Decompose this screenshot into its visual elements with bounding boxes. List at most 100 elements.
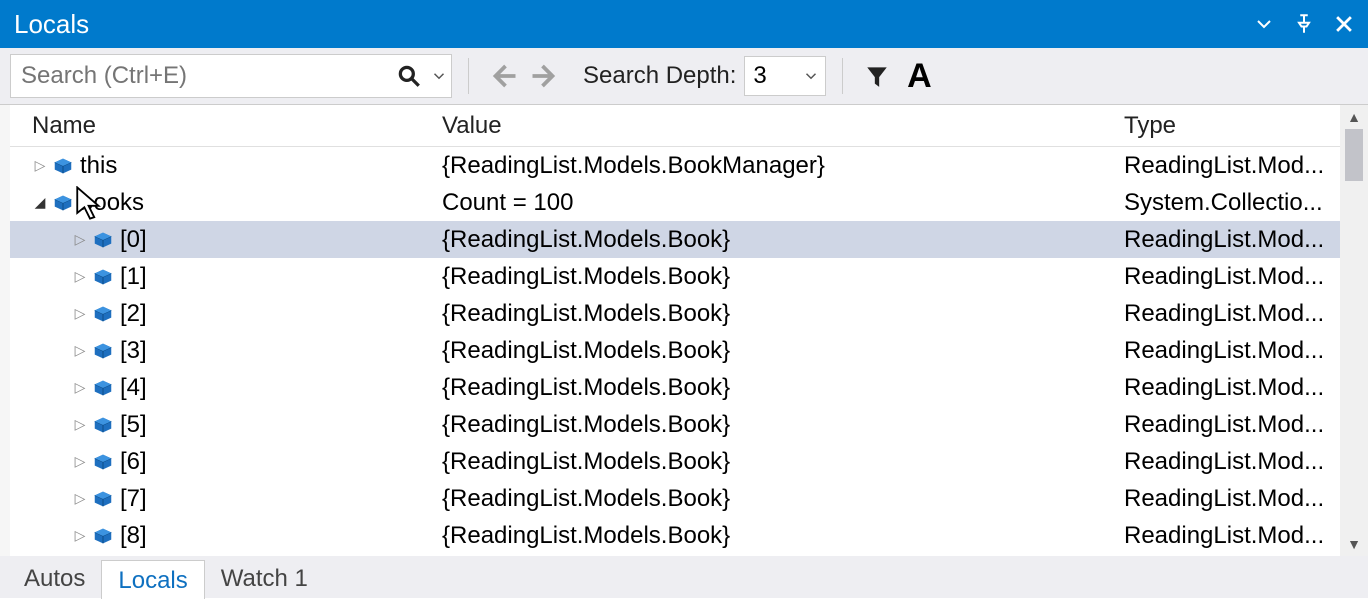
name-cell: ▷[4] (10, 374, 442, 402)
column-header-value[interactable]: Value (442, 112, 1124, 140)
search-dropdown[interactable] (427, 55, 451, 97)
search-depth-label: Search Depth: (583, 62, 738, 90)
pin-icon[interactable] (1290, 10, 1318, 38)
row-value: {ReadingList.Models.Book} (442, 448, 1124, 476)
row-type: ReadingList.Mod... (1124, 522, 1340, 550)
name-cell: ▷ [7] (10, 485, 442, 513)
nav-forward-button[interactable] (527, 58, 563, 94)
name-cell: ▷ [3] (10, 337, 442, 365)
scroll-down-icon[interactable]: ▼ (1340, 532, 1368, 556)
row-type: ReadingList.Mod... (1124, 337, 1340, 365)
name-cell: ▷ [6] (10, 448, 442, 476)
search-box (10, 54, 452, 98)
expand-icon[interactable]: ▷ (72, 305, 88, 322)
column-header-name[interactable]: Name (10, 112, 442, 140)
object-icon (92, 266, 114, 288)
row-type: ReadingList.Mod... (1124, 226, 1340, 254)
scroll-up-icon[interactable]: ▲ (1340, 105, 1368, 129)
name-cell: ◢ books (10, 189, 442, 217)
object-icon (52, 155, 74, 177)
row-name: [7] (120, 485, 147, 513)
expand-icon[interactable]: ▷ (72, 453, 88, 470)
name-cell: ▷ [0] (10, 226, 442, 254)
expand-icon[interactable]: ▷ (72, 268, 88, 285)
row-value: Count = 100 (442, 189, 1124, 217)
table-row[interactable]: ▷ [8] {ReadingList.Models.Book}ReadingList… (10, 517, 1340, 554)
divider (468, 58, 469, 94)
table-row[interactable]: ▷this{ReadingList.Models.BookManager}Rea… (10, 147, 1340, 184)
expand-icon[interactable]: ▷ (72, 416, 88, 433)
table-row[interactable]: ▷ [0] {ReadingList.Models.Book}ReadingList… (10, 221, 1340, 258)
column-header-type[interactable]: Type (1124, 112, 1340, 140)
text-format-icon[interactable]: A (901, 58, 937, 94)
row-value: {ReadingList.Models.Book} (442, 411, 1124, 439)
row-value: {ReadingList.Models.Book} (442, 226, 1124, 254)
name-cell: ▷ [2] (10, 300, 442, 328)
object-icon (92, 488, 114, 510)
scrollbar-thumb[interactable] (1345, 129, 1363, 181)
expand-icon[interactable]: ▷ (72, 379, 88, 396)
divider (842, 58, 843, 94)
expand-icon[interactable]: ▷ (72, 527, 88, 544)
object-icon (92, 451, 114, 473)
row-name: [2] (120, 300, 147, 328)
row-value: {ReadingList.Models.Book} (442, 263, 1124, 291)
object-icon (92, 377, 114, 399)
row-value: {ReadingList.Models.Book} (442, 485, 1124, 513)
table-row[interactable]: ▷[1]{ReadingList.Models.Book}ReadingList… (10, 258, 1340, 295)
table-row[interactable]: ▷[5]{ReadingList.Models.Book}ReadingList… (10, 406, 1340, 443)
search-icon[interactable] (391, 55, 427, 97)
row-name: [6] (120, 448, 147, 476)
filter-icon[interactable] (859, 58, 895, 94)
expand-icon[interactable]: ▷ (72, 231, 88, 248)
tab-label: Watch 1 (221, 565, 308, 592)
object-icon (92, 340, 114, 362)
row-type: ReadingList.Mod... (1124, 411, 1340, 439)
grid-header: Name Value Type (10, 105, 1340, 147)
search-depth-dropdown[interactable]: 3 (744, 56, 826, 96)
titlebar: Locals (0, 0, 1368, 48)
row-name: this (80, 152, 117, 180)
table-row[interactable]: ▷[4]{ReadingList.Models.Book}ReadingList… (10, 369, 1340, 406)
row-name: [8] (120, 522, 147, 550)
row-type: ReadingList.Mod... (1124, 300, 1340, 328)
row-name: [0] (120, 226, 147, 254)
row-value: {ReadingList.Models.BookManager} (442, 152, 1124, 180)
panel-title: Locals (14, 9, 89, 40)
tab-label: Autos (24, 565, 85, 592)
expand-icon[interactable]: ▷ (72, 342, 88, 359)
tab-watch-1[interactable]: Watch 1 (205, 559, 324, 598)
row-name: [1] (120, 263, 147, 291)
tab-label: Locals (118, 567, 187, 594)
expand-icon[interactable]: ▷ (72, 490, 88, 507)
window-menu-icon[interactable] (1250, 10, 1278, 38)
tab-locals[interactable]: Locals (101, 560, 204, 599)
grid-area: Name Value Type ▷ this {ReadingList.Models… (0, 104, 1368, 556)
row-name: books (80, 189, 144, 217)
scrollbar[interactable]: ▲ ▼ (1340, 105, 1368, 556)
object-icon (92, 525, 114, 547)
name-cell: ▷ this (10, 152, 442, 180)
object-icon (92, 229, 114, 251)
collapse-icon[interactable]: ◢ (32, 194, 48, 211)
row-type: System.Collectio... (1124, 189, 1340, 217)
close-icon[interactable] (1330, 10, 1358, 38)
object-icon (92, 414, 114, 436)
row-value: {ReadingList.Models.Book} (442, 522, 1124, 550)
row-type: ReadingList.Mod... (1124, 485, 1340, 513)
table-row[interactable]: ▷[3]{ReadingList.Models.Book}ReadingList… (10, 332, 1340, 369)
name-cell: ▷[5] (10, 411, 442, 439)
tab-bar: Autos Locals Watch 1 (0, 556, 1368, 598)
search-input[interactable] (11, 62, 391, 90)
expand-icon[interactable]: ▷ (32, 157, 48, 174)
name-cell: ▷ [1] (10, 263, 442, 291)
nav-back-button[interactable] (485, 58, 521, 94)
toolbar: Search Depth: 3 A (0, 48, 1368, 104)
table-row[interactable]: ◢ books Count = 100System.Collectio... (10, 184, 1340, 221)
table-row[interactable]: ▷[6]{ReadingList.Models.Book}ReadingList… (10, 443, 1340, 480)
table-row[interactable]: ▷[2]{ReadingList.Models.Book}ReadingList… (10, 295, 1340, 332)
tab-autos[interactable]: Autos (8, 559, 101, 598)
table-row[interactable]: ▷ [7] {ReadingList.Models.Book}ReadingList… (10, 480, 1340, 517)
row-value: {ReadingList.Models.Book} (442, 374, 1124, 402)
row-name: [3] (120, 337, 147, 365)
